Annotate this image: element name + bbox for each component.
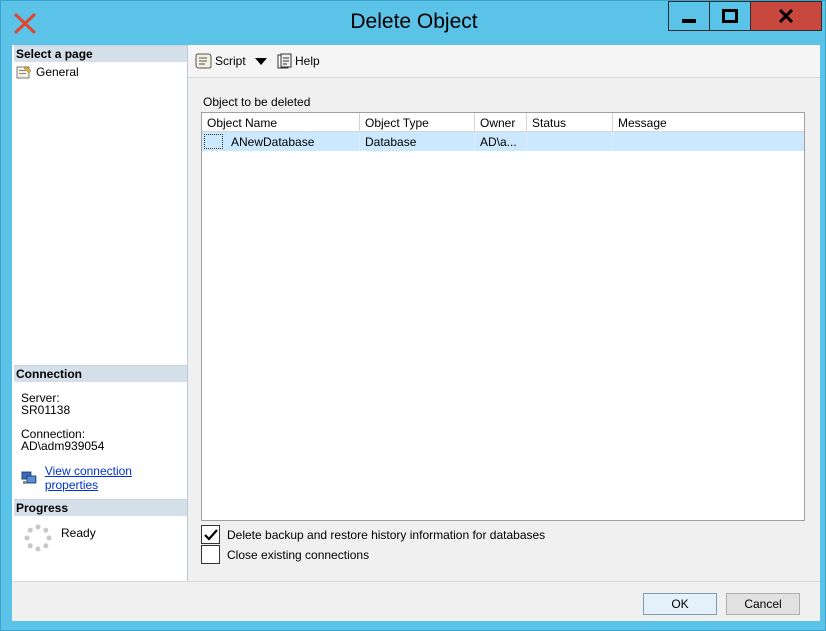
minimize-icon [682, 19, 696, 23]
delete-backup-checkbox[interactable] [201, 525, 220, 544]
connection-value: AD\adm939054 [21, 439, 105, 453]
column-object-name[interactable]: Object Name [202, 113, 360, 132]
cell-status [527, 132, 613, 151]
close-connections-checkbox[interactable] [201, 545, 220, 564]
close-icon [778, 9, 794, 23]
cell-message [613, 132, 804, 151]
script-button-label: Script [215, 54, 246, 68]
script-button[interactable]: Script [195, 53, 246, 69]
objects-list[interactable]: Object Name Object Type Owner Status Mes… [201, 112, 805, 521]
progress-status: Ready [61, 526, 96, 540]
progress-spinner-icon [23, 523, 53, 553]
page-item-label: General [36, 65, 79, 79]
maximize-button[interactable] [709, 1, 751, 31]
delete-backup-option[interactable]: Delete backup and restore history inform… [201, 525, 545, 544]
progress-header: Progress [14, 499, 187, 516]
select-page-header: Select a page [14, 45, 187, 62]
right-pane: Script Help Object to be deleted Object … [188, 45, 820, 581]
column-status[interactable]: Status [527, 113, 613, 132]
toolbar: Script Help [188, 45, 820, 78]
row-selection-box[interactable] [204, 134, 223, 149]
dialog-button-bar: OK Cancel [12, 581, 820, 621]
close-connections-label: Close existing connections [227, 547, 370, 562]
list-header: Object Name Object Type Owner Status Mes… [202, 113, 804, 132]
maximize-icon [722, 9, 738, 23]
title-bar[interactable]: Delete Object [1, 1, 826, 45]
script-icon [195, 53, 212, 69]
table-row[interactable]: ANewDatabase Database AD\a... [202, 132, 804, 151]
connection-properties-icon [21, 471, 37, 484]
help-icon [277, 53, 292, 69]
checkmark-icon [203, 528, 218, 541]
help-button[interactable]: Help [276, 53, 320, 69]
delete-backup-label: Delete backup and restore history inform… [227, 527, 546, 542]
close-button[interactable] [750, 1, 822, 31]
help-button-label: Help [295, 54, 320, 68]
script-dropdown-arrow-icon[interactable] [255, 58, 267, 65]
objects-group-label: Object to be deleted [203, 95, 311, 109]
dialog-client-area: Select a page General Connection Server:… [12, 45, 820, 621]
column-owner[interactable]: Owner [475, 113, 527, 132]
close-connections-option[interactable]: Close existing connections [201, 545, 369, 564]
cell-owner: AD\a... [475, 132, 527, 151]
cancel-button[interactable]: Cancel [726, 593, 800, 615]
server-value: SR01138 [21, 403, 71, 417]
cell-object-type: Database [360, 132, 475, 151]
view-connection-properties-link[interactable]: View connection properties [21, 464, 187, 492]
cell-object-name: ANewDatabase [226, 132, 360, 151]
left-pane: Select a page General Connection Server:… [12, 45, 188, 581]
delete-object-window: Delete Object Select a page General Conn… [0, 0, 826, 631]
column-message[interactable]: Message [613, 113, 804, 132]
page-item-general[interactable]: General [16, 65, 79, 79]
view-connection-link-label: View connection properties [44, 464, 132, 492]
column-object-type[interactable]: Object Type [360, 113, 475, 132]
delete-x-icon [13, 11, 37, 35]
minimize-button[interactable] [668, 1, 710, 31]
connection-header: Connection [14, 365, 187, 382]
ok-button[interactable]: OK [643, 593, 717, 615]
general-page-icon [16, 65, 32, 79]
